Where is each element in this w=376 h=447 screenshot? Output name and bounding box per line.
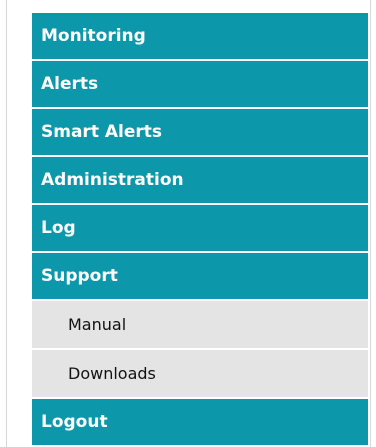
submenu-item-label: Manual (68, 315, 127, 334)
menu-item-support[interactable]: Support (32, 253, 368, 299)
menu-item-label: Support (41, 266, 118, 286)
menu-item-label: Smart Alerts (41, 122, 163, 142)
menu-item-logout[interactable]: Logout (32, 399, 368, 445)
submenu-item-manual[interactable]: Manual (32, 301, 368, 348)
menu-item-label: Administration (41, 170, 184, 190)
menu-item-label: Log (41, 218, 76, 238)
menu-item-label: Monitoring (41, 26, 146, 46)
navigation-menu: Monitoring Alerts Smart Alerts Administr… (32, 13, 368, 447)
submenu-item-downloads[interactable]: Downloads (32, 350, 368, 397)
submenu-item-label: Downloads (68, 364, 156, 383)
menu-item-alerts[interactable]: Alerts (32, 61, 368, 107)
menu-item-monitoring[interactable]: Monitoring (32, 13, 368, 59)
menu-item-label: Alerts (41, 74, 99, 94)
menu-item-smart-alerts[interactable]: Smart Alerts (32, 109, 368, 155)
menu-item-label: Logout (41, 412, 108, 432)
sidebar-frame: Monitoring Alerts Smart Alerts Administr… (6, 0, 371, 447)
menu-item-log[interactable]: Log (32, 205, 368, 251)
menu-item-administration[interactable]: Administration (32, 157, 368, 203)
